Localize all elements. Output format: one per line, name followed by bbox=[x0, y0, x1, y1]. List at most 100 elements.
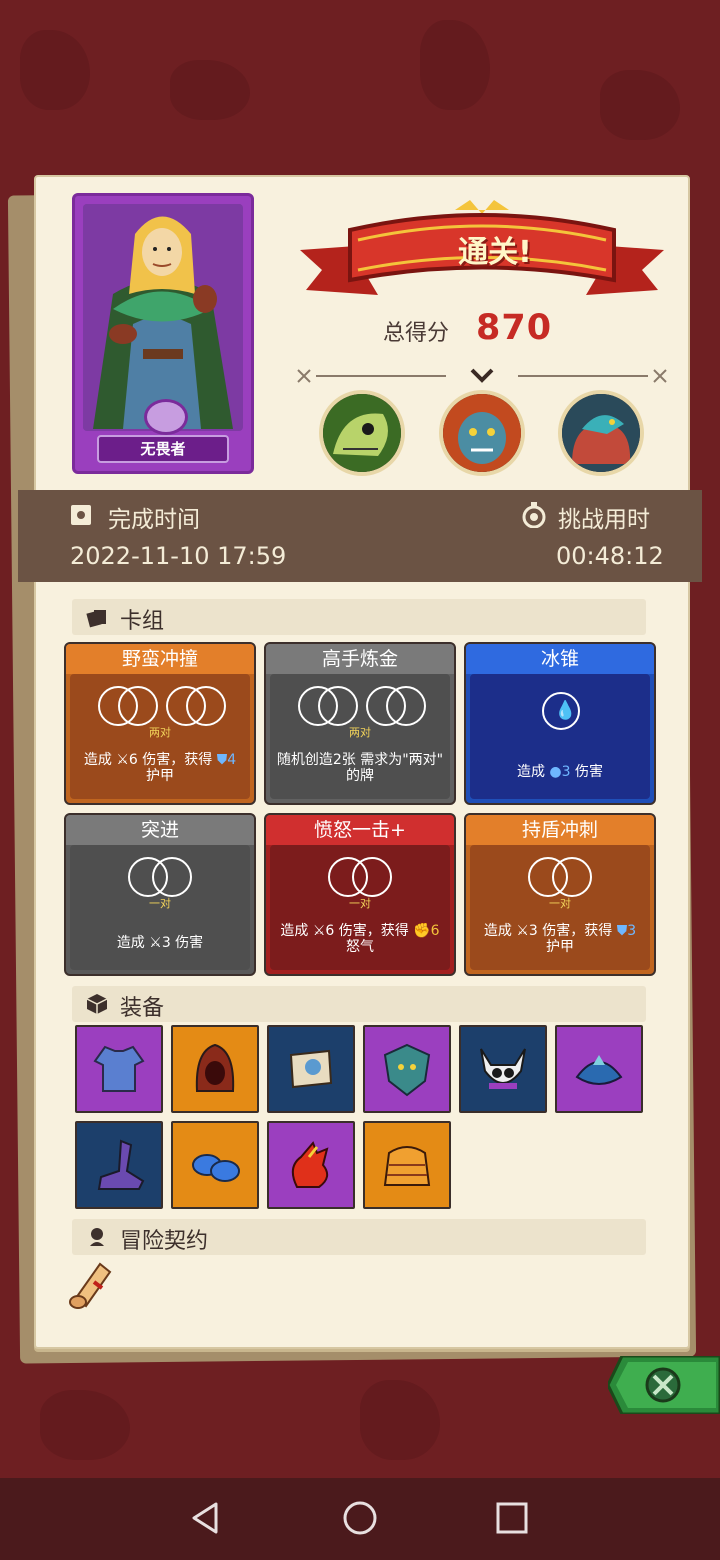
equip-slot-7[interactable] bbox=[75, 1121, 163, 1209]
serpent-boss-icon bbox=[562, 394, 640, 472]
card-description: 造成 ⚔3 伤害 bbox=[70, 935, 250, 951]
equip-slot-3[interactable] bbox=[267, 1025, 355, 1113]
home-icon[interactable] bbox=[340, 1498, 380, 1538]
skill-card-3[interactable]: 冰锥 💧 造成 ●3 伤害 bbox=[464, 642, 656, 805]
bg-shape bbox=[170, 60, 250, 120]
die-ring bbox=[186, 686, 226, 726]
demon-shield-icon bbox=[383, 1043, 431, 1097]
bg-shape bbox=[40, 1390, 130, 1460]
equip-slot-6[interactable] bbox=[555, 1025, 643, 1113]
desc-text: 造成 bbox=[280, 923, 309, 939]
recent-apps-icon[interactable] bbox=[492, 1498, 532, 1538]
card-title: 愤怒一击+ bbox=[266, 815, 454, 845]
card-requirement: 一对 bbox=[549, 897, 571, 910]
card-description: 随机创造2张 需求为"两对" 的牌 bbox=[270, 752, 450, 784]
hero-class-badge bbox=[144, 399, 188, 435]
hood-icon bbox=[195, 1043, 235, 1092]
scroll-icon bbox=[289, 1049, 333, 1089]
finish-time-label: 完成时间 bbox=[108, 507, 200, 533]
orange-robe-icon bbox=[383, 1146, 431, 1186]
rage-icon: ✊ bbox=[413, 923, 431, 939]
bg-shape bbox=[20, 30, 90, 110]
desc-text: 护甲 bbox=[546, 939, 574, 955]
equipment-section-header: 装备 bbox=[72, 986, 646, 1022]
fire-gauntlet-icon bbox=[291, 1141, 329, 1188]
hero-card[interactable]: 无畏者 bbox=[72, 193, 254, 474]
contract-section-header: 冒险契约 bbox=[72, 1219, 646, 1255]
equip-slot-8[interactable] bbox=[171, 1121, 259, 1209]
die-ring bbox=[118, 686, 158, 726]
shadow-boot-icon bbox=[97, 1139, 145, 1190]
deck-title: 卡组 bbox=[120, 609, 165, 634]
equip-slot-9[interactable] bbox=[267, 1121, 355, 1209]
desc-text: 造成 bbox=[516, 764, 545, 780]
horned-skull-icon bbox=[480, 1048, 526, 1089]
equip-slot-2[interactable] bbox=[171, 1025, 259, 1113]
skill-card-1[interactable]: 野蛮冲撞 两对 造成 ⚔6 伤害，获得 ⛊4 护甲 bbox=[64, 642, 256, 805]
scroll-seal-icon bbox=[90, 1228, 104, 1246]
cards-icon bbox=[86, 610, 106, 628]
box-icon bbox=[86, 994, 108, 1014]
water-drop-icon: 💧 bbox=[554, 700, 577, 721]
equip-slot-10[interactable] bbox=[363, 1121, 451, 1209]
boss-portrait-3[interactable] bbox=[558, 390, 644, 476]
back-icon[interactable] bbox=[186, 1498, 226, 1538]
equip-slot-1[interactable] bbox=[75, 1025, 163, 1113]
card-description: 造成 ⚔6 伤害，获得 ⛊4 护甲 bbox=[70, 752, 250, 784]
skill-card-5[interactable]: 愤怒一击+ 一对 造成 ⚔6 伤害，获得 ✊6 怒气 bbox=[264, 813, 456, 976]
stopwatch-icon bbox=[522, 502, 546, 528]
card-requirement: 两对 bbox=[149, 726, 171, 739]
desc-text: 3 伤害 bbox=[161, 935, 204, 951]
close-button[interactable] bbox=[608, 1356, 720, 1414]
desc-text: 怒气 bbox=[346, 939, 374, 955]
desc-text: 造成 bbox=[83, 752, 112, 768]
card-requirement: 两对 bbox=[349, 726, 371, 739]
sword-icon: ⚔ bbox=[516, 923, 529, 939]
equip-slot-4[interactable] bbox=[363, 1025, 451, 1113]
desc-text: 伤害 bbox=[575, 764, 604, 780]
boss-divider bbox=[297, 368, 667, 383]
desc-value: 3 bbox=[561, 764, 571, 780]
boss-portrait-2[interactable] bbox=[439, 390, 525, 476]
desc-text: 随机创造2张 需求为"两对" bbox=[276, 752, 444, 768]
bg-shape bbox=[360, 1380, 440, 1460]
shield-icon: ⛊ bbox=[216, 752, 228, 768]
equip-slot-5[interactable] bbox=[459, 1025, 547, 1113]
challenge-time-value: 00:48:12 bbox=[556, 542, 664, 570]
skill-card-4[interactable]: 突进 一对 造成 ⚔3 伤害 bbox=[64, 813, 256, 976]
blue-mushroom-icon bbox=[192, 1154, 240, 1182]
desc-text: 6 伤害，获得 bbox=[128, 752, 213, 768]
die-ring bbox=[318, 686, 358, 726]
contract-title: 冒险契约 bbox=[120, 1229, 209, 1254]
card-title: 高手炼金 bbox=[266, 644, 454, 674]
desc-value: 6 bbox=[430, 923, 440, 939]
challenge-time-label: 挑战用时 bbox=[558, 507, 650, 533]
card-description: 造成 ●3 伤害 bbox=[470, 764, 650, 780]
victory-title: 通关! bbox=[458, 235, 532, 270]
die-ring bbox=[152, 857, 192, 897]
skill-card-2[interactable]: 高手炼金 两对 随机创造2张 需求为"两对" 的牌 bbox=[264, 642, 456, 805]
water-icon: ● bbox=[549, 764, 562, 780]
card-title: 持盾冲刺 bbox=[466, 815, 654, 845]
scroll-contract-icon[interactable] bbox=[66, 1258, 116, 1314]
bg-shape bbox=[420, 20, 490, 110]
card-title: 突进 bbox=[66, 815, 254, 845]
sword-icon: ⚔ bbox=[149, 935, 162, 951]
tunic-icon bbox=[93, 1045, 145, 1092]
sword-icon: ⚔ bbox=[312, 923, 326, 939]
deck-section-header: 卡组 bbox=[72, 599, 646, 635]
desc-value: 3 bbox=[627, 923, 637, 939]
desc-text: 6 伤害，获得 bbox=[325, 923, 409, 939]
skill-card-6[interactable]: 持盾冲刺 一对 造成 ⚔3 伤害，获得 ⛊3 护甲 bbox=[464, 813, 656, 976]
boss-portrait-1[interactable] bbox=[319, 390, 405, 476]
card-requirement: 一对 bbox=[149, 897, 171, 910]
desc-value: 4 bbox=[227, 752, 237, 768]
finish-time-value: 2022-11-10 17:59 bbox=[70, 542, 287, 570]
shield-icon: ⛊ bbox=[616, 923, 628, 939]
card-description: 造成 ⚔3 伤害，获得 ⛊3 护甲 bbox=[470, 923, 650, 955]
system-nav-bar bbox=[0, 1478, 720, 1560]
card-title: 野蛮冲撞 bbox=[66, 644, 254, 674]
card-description: 造成 ⚔6 伤害，获得 ✊6 怒气 bbox=[270, 923, 450, 955]
die-ring bbox=[386, 686, 426, 726]
card-requirement: 一对 bbox=[349, 897, 371, 910]
